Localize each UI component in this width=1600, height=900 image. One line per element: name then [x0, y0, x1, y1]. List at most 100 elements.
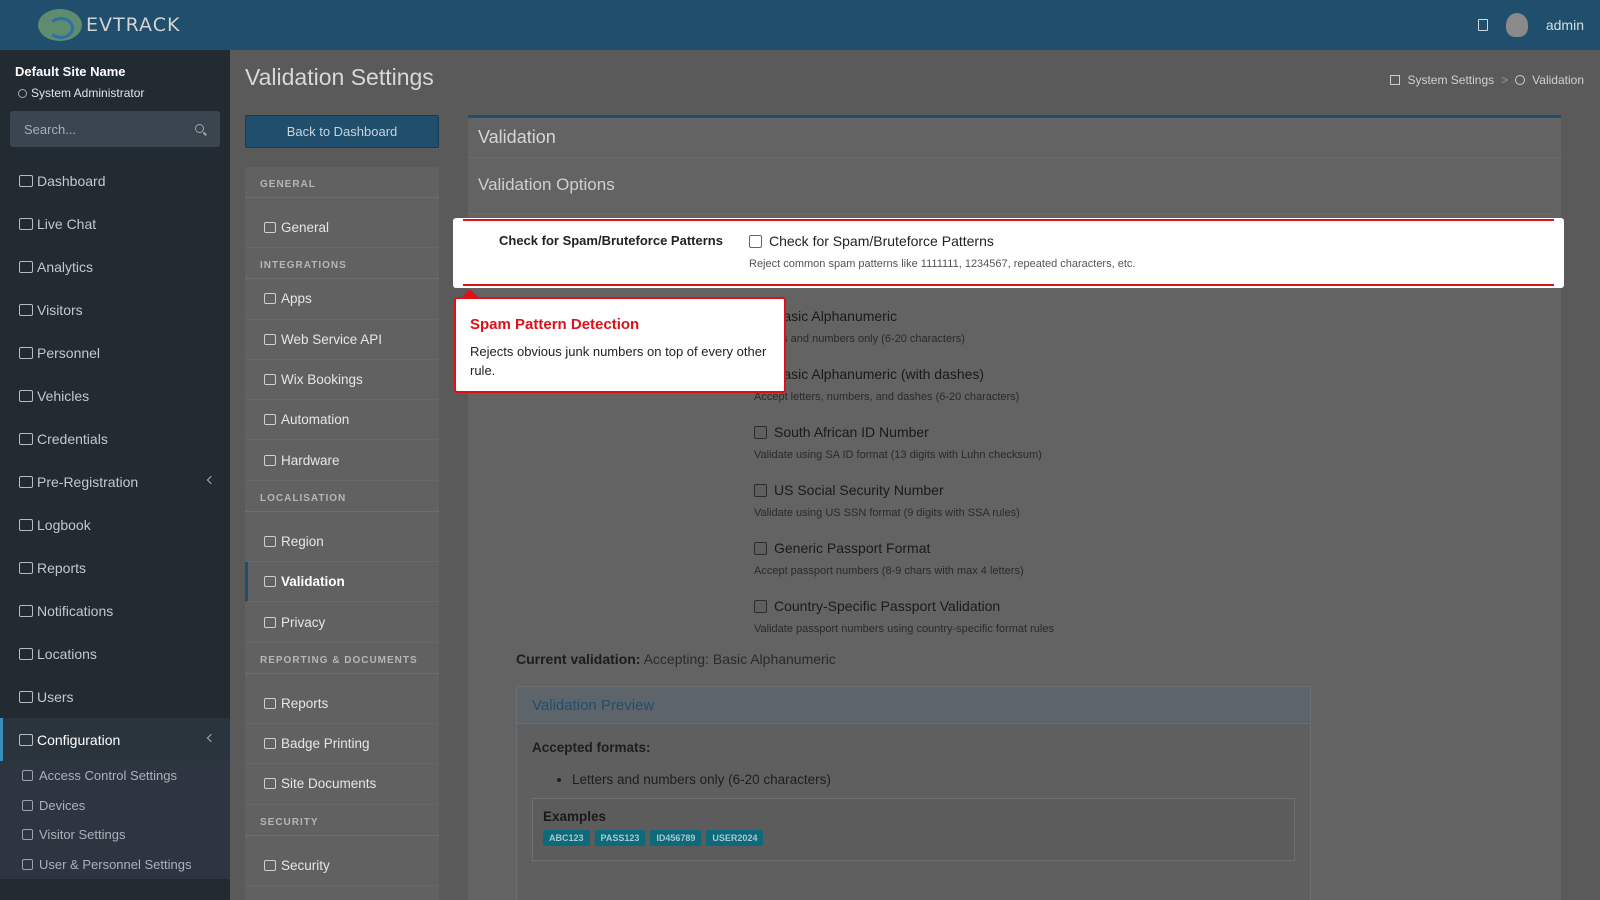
logo-mark-icon — [38, 9, 82, 41]
sidebar-item-configuration[interactable]: Configuration — [0, 718, 230, 761]
settings-nav-validation[interactable]: Validation — [245, 562, 439, 603]
subnav-item-label: Access Control Settings — [39, 768, 178, 784]
settings-nav-automation[interactable]: Automation — [245, 400, 439, 441]
network-icon — [264, 333, 276, 345]
lock-icon — [22, 770, 33, 782]
sidebar-item-notifications[interactable]: Notifications — [0, 589, 230, 632]
brand-name: EVTRACK — [86, 14, 181, 36]
settings-nav-general[interactable]: General — [245, 208, 439, 249]
settings-nav-badge-printing[interactable]: Badge Printing — [245, 724, 439, 765]
users-icon — [19, 690, 33, 703]
settings-nav-reports[interactable]: Reports — [245, 684, 439, 724]
headset-icon — [19, 217, 33, 230]
sidebar-item-vehicles[interactable]: Vehicles — [0, 374, 230, 417]
list-icon — [264, 222, 276, 234]
settings-nav-header-general: GENERAL — [245, 167, 439, 198]
checkbox[interactable] — [754, 483, 767, 497]
option-label: Basic Alphanumeric (with dashes) — [774, 366, 985, 382]
configuration-subnav: Access Control Settings Devices Visitor … — [0, 761, 230, 879]
checkbox[interactable] — [754, 599, 767, 613]
shield-icon — [264, 616, 276, 628]
search-icon[interactable] — [195, 124, 204, 133]
sidebar-item-live-chat[interactable]: Live Chat — [0, 202, 230, 245]
settings-nav-hardware[interactable]: Hardware — [245, 440, 439, 481]
option-label: Basic Alphanumeric — [774, 308, 897, 324]
examples-label: Examples — [543, 809, 607, 824]
sidebar-item-label: Credentials — [37, 430, 108, 447]
spam-check-option: Check for Spam/Bruteforce Patterns Rejec… — [749, 233, 1135, 270]
back-to-dashboard-button[interactable]: Back to Dashboard — [245, 115, 439, 148]
sliders-icon — [1390, 75, 1401, 85]
option-help: Reject common spam patterns like 1111111… — [749, 258, 1136, 270]
sidebar-item-analytics[interactable]: Analytics — [0, 245, 230, 288]
subnav-item-devices[interactable]: Devices — [0, 790, 230, 820]
option-label: Country-Specific Passport Validation — [774, 598, 1001, 614]
search-input[interactable] — [24, 121, 174, 137]
subnav-item-label: User & Personnel Settings — [39, 856, 192, 872]
subnav-item-label: Devices — [39, 797, 86, 813]
printer-icon — [264, 738, 276, 750]
settings-nav-label: Reports — [281, 695, 329, 711]
dashboard-icon — [19, 174, 33, 187]
person-icon — [19, 346, 33, 359]
current-validation-value: Accepting: Basic Alphanumeric — [643, 651, 836, 667]
callout-title: Spam Pattern Detection — [470, 316, 640, 333]
person-icon — [18, 88, 27, 98]
breadcrumb-separator: > — [1501, 73, 1509, 87]
option-us-ssn: US Social Security Number Validate using… — [754, 482, 1020, 519]
subnav-item-user-personnel-settings[interactable]: User & Personnel Settings — [0, 849, 230, 879]
book-icon[interactable] — [1477, 19, 1488, 31]
sidebar-item-reports[interactable]: Reports — [0, 546, 230, 589]
checkbox[interactable] — [754, 425, 767, 439]
sidebar-item-label: Vehicles — [37, 387, 90, 404]
map-icon — [19, 647, 33, 660]
preview-title: Validation Preview — [517, 687, 1310, 724]
subnav-item-visitor-settings[interactable]: Visitor Settings — [0, 820, 230, 850]
sidebar-item-credentials[interactable]: Credentials — [0, 417, 230, 460]
settings-nav-label: General — [281, 220, 330, 236]
settings-nav-security[interactable]: Security — [245, 846, 439, 886]
settings-nav-apps[interactable]: Apps — [245, 279, 439, 320]
validation-preview: Validation Preview Accepted formats: Let… — [516, 686, 1311, 900]
subnav-item-access-control[interactable]: Access Control Settings — [0, 761, 230, 791]
settings-nav-region[interactable]: Region — [245, 522, 439, 563]
sidebar-item-label: Users — [37, 688, 74, 705]
avatar[interactable] — [1505, 13, 1528, 37]
sidebar-item-locations[interactable]: Locations — [0, 632, 230, 675]
top-bar: EVTRACK admin — [0, 0, 1600, 50]
sidebar-item-pre-registration[interactable]: Pre-Registration — [0, 460, 230, 503]
settings-nav-label: Wix Bookings — [281, 372, 363, 388]
settings-nav-wix-bookings[interactable]: Wix Bookings — [245, 360, 439, 401]
sidebar-item-personnel[interactable]: Personnel — [0, 331, 230, 374]
settings-nav-site-documents[interactable]: Site Documents — [245, 764, 439, 805]
sidebar-item-logbook[interactable]: Logbook — [0, 503, 230, 546]
spam-check-checkbox[interactable] — [749, 234, 762, 248]
bar-chart-icon — [264, 697, 276, 709]
brand-logo[interactable]: EVTRACK — [0, 0, 230, 50]
sidebar-item-label: Personnel — [37, 344, 101, 361]
check-circle-icon — [264, 576, 276, 588]
settings-nav-header-security: SECURITY — [245, 805, 439, 836]
calendar-icon — [264, 374, 276, 386]
settings-nav-web-service-api[interactable]: Web Service API — [245, 320, 439, 360]
sidebar-item-label: Analytics — [37, 258, 94, 275]
user-name[interactable]: admin — [1546, 17, 1584, 33]
sidebar-item-label: Notifications — [37, 602, 114, 619]
eye-icon — [19, 303, 33, 316]
sidebar-item-label: Locations — [37, 645, 97, 662]
sidebar-item-dashboard[interactable]: Dashboard — [0, 159, 230, 202]
example-badge: USER2024 — [706, 830, 764, 846]
users-icon — [22, 858, 33, 870]
car-icon — [19, 389, 33, 402]
example-badges: ABC123 PASS123 ID456789 USER2024 — [543, 830, 1284, 846]
option-help: Validate using US SSN format (9 digits w… — [754, 507, 1020, 519]
callout-text: Rejects obvious junk numbers on top of e… — [470, 344, 767, 378]
sidebar-item-visitors[interactable]: Visitors — [0, 288, 230, 331]
settings-nav-header-reporting: REPORTING & DOCUMENTS — [245, 643, 439, 674]
main-content: Validation Settings System Settings > Va… — [230, 50, 1600, 900]
checkbox[interactable] — [754, 541, 767, 555]
settings-nav-privacy[interactable]: Privacy — [245, 602, 439, 643]
section-title: Validation Options — [468, 158, 1551, 214]
sidebar-item-users[interactable]: Users — [0, 675, 230, 718]
breadcrumb-system-settings[interactable]: System Settings — [1407, 73, 1494, 87]
